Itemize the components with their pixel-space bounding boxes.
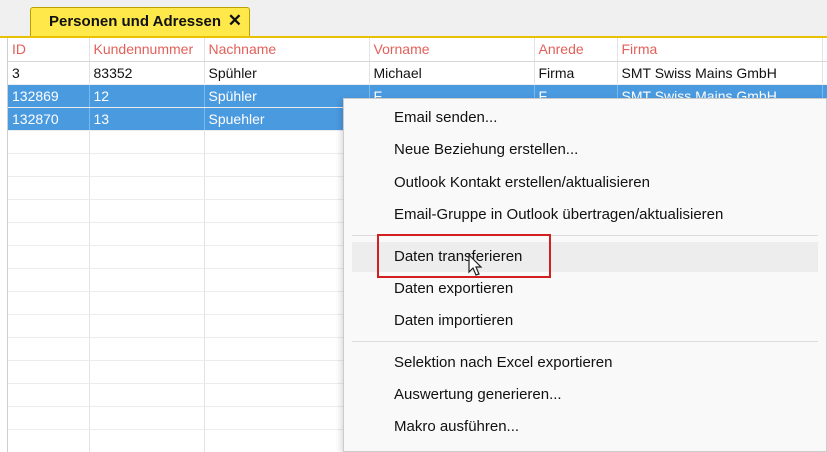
column-header-id[interactable]: ID <box>8 38 90 62</box>
close-icon[interactable]: ✕ <box>228 11 242 31</box>
cell-id[interactable] <box>8 245 90 269</box>
cell-id[interactable] <box>8 406 90 430</box>
cell-kundennummer[interactable] <box>89 429 205 452</box>
cell-vorname[interactable]: Michael <box>369 61 535 85</box>
cell-more[interactable]: C <box>822 61 827 85</box>
cell-id[interactable] <box>8 199 90 223</box>
column-header-anrede[interactable]: Anrede <box>534 38 618 62</box>
cell-id[interactable] <box>8 337 90 361</box>
cell-kundennummer[interactable] <box>89 199 205 223</box>
menu-item-auswertung[interactable]: Auswertung generieren... <box>352 380 818 410</box>
cell-id[interactable]: 3 <box>8 61 90 85</box>
menu-item-daten-transferieren[interactable]: Daten transferieren <box>352 242 818 272</box>
cell-id[interactable] <box>8 153 90 177</box>
menu-separator <box>352 341 818 342</box>
cell-kundennummer[interactable] <box>89 383 205 407</box>
column-header-nachname[interactable]: Nachname <box>204 38 370 62</box>
menu-item-selektion-excel[interactable]: Selektion nach Excel exportieren <box>352 348 818 378</box>
menu-item-outlook-kontakt[interactable]: Outlook Kontakt erstellen/aktualisieren <box>352 168 818 198</box>
cell-id[interactable] <box>8 222 90 246</box>
context-menu: Email senden... Neue Beziehung erstellen… <box>343 98 827 452</box>
menu-item-neue-beziehung[interactable]: Neue Beziehung erstellen... <box>352 135 818 165</box>
cell-id[interactable] <box>8 176 90 200</box>
table-row[interactable]: 3 83352 Spühler Michael Firma SMT Swiss Mains… <box>8 61 827 85</box>
menu-item-email-gruppe[interactable]: Email-Gruppe in Outlook übertragen/aktua… <box>352 200 818 230</box>
cell-id[interactable] <box>8 383 90 407</box>
cell-kundennummer[interactable] <box>89 360 205 384</box>
grid-header-row: ID Kundennummer Nachname Vorname Anrede … <box>8 38 827 62</box>
menu-item-email-senden[interactable]: Email senden... <box>352 103 818 133</box>
cell-id[interactable] <box>8 291 90 315</box>
cell-anrede[interactable]: Firma <box>534 61 618 85</box>
cell-id[interactable] <box>8 268 90 292</box>
column-header-firma[interactable]: Firma <box>617 38 823 62</box>
cell-id[interactable] <box>8 314 90 338</box>
cell-firma[interactable]: SMT Swiss Mains GmbH <box>617 61 823 85</box>
cell-kundennummer[interactable] <box>89 130 205 154</box>
cell-kundennummer[interactable]: 13 <box>89 107 205 131</box>
menu-item-daten-exportieren[interactable]: Daten exportieren <box>352 274 818 304</box>
cell-kundennummer[interactable] <box>89 406 205 430</box>
cell-nachname[interactable]: Spühler <box>204 61 370 85</box>
cell-id[interactable]: 132870 <box>8 107 90 131</box>
cell-kundennummer[interactable] <box>89 291 205 315</box>
menu-item-daten-importieren[interactable]: Daten importieren <box>352 306 818 336</box>
cell-id[interactable] <box>8 130 90 154</box>
column-header-more[interactable] <box>822 38 827 62</box>
cell-kundennummer[interactable] <box>89 222 205 246</box>
menu-separator <box>352 235 818 236</box>
column-header-kundennummer[interactable]: Kundennummer <box>89 38 205 62</box>
tab-bar: Personen und Adressen ✕ <box>0 0 827 38</box>
tab-personen-und-adressen[interactable]: Personen und Adressen ✕ <box>30 7 250 36</box>
cell-kundennummer[interactable]: 83352 <box>89 61 205 85</box>
cell-kundennummer[interactable] <box>89 268 205 292</box>
cell-kundennummer[interactable] <box>89 314 205 338</box>
cell-kundennummer[interactable] <box>89 153 205 177</box>
cell-id[interactable]: 132869 <box>8 84 90 108</box>
cell-kundennummer[interactable] <box>89 337 205 361</box>
cell-id[interactable] <box>8 360 90 384</box>
menu-item-makro[interactable]: Makro ausführen... <box>352 412 818 442</box>
column-header-vorname[interactable]: Vorname <box>369 38 535 62</box>
tab-title: Personen und Adressen <box>49 13 221 30</box>
cell-kundennummer[interactable]: 12 <box>89 84 205 108</box>
cell-kundennummer[interactable] <box>89 245 205 269</box>
cell-kundennummer[interactable] <box>89 176 205 200</box>
cell-id[interactable] <box>8 429 90 452</box>
mouse-pointer-icon <box>468 254 483 276</box>
